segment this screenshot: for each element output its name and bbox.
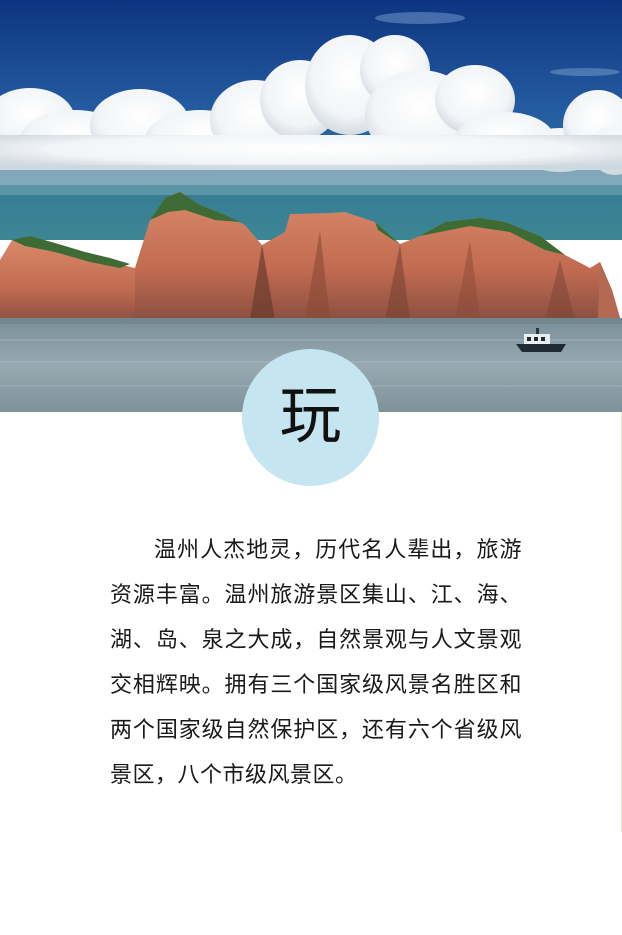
- intro-paragraph: 温州人杰地灵，历代名人辈出，旅游资源丰富。温州旅游景区集山、江、海、湖、岛、泉之…: [110, 538, 522, 788]
- category-badge: 玩: [242, 349, 379, 486]
- badge-character: 玩: [279, 378, 342, 452]
- page: 玩 温州人杰地灵，历代名人辈出，旅游资源丰富。温州旅游景区集山、江、海、湖、岛、…: [0, 0, 622, 935]
